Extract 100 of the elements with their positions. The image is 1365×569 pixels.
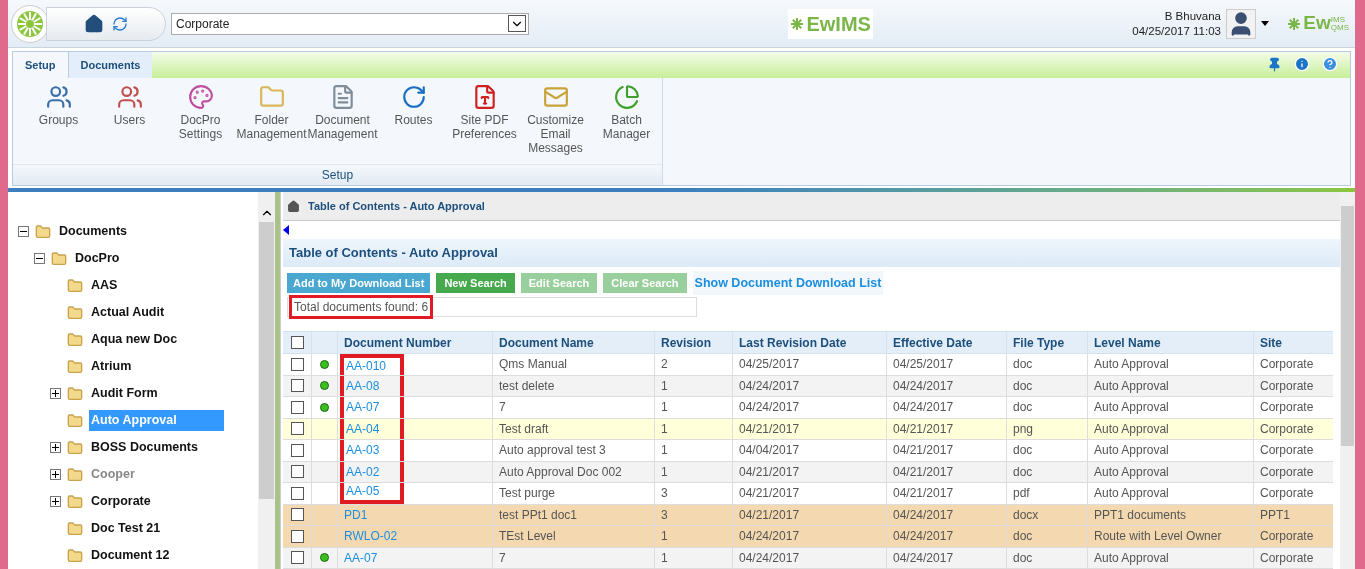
home-icon[interactable]: [287, 199, 300, 213]
breadcrumb-link[interactable]: Table of Contents - Auto Approval: [308, 198, 485, 215]
folder-icon: [66, 385, 84, 402]
row-checkbox[interactable]: [290, 551, 304, 565]
ribbon-button[interactable]: Batch Manager: [591, 84, 662, 164]
avatar-icon[interactable]: [1226, 8, 1256, 39]
ribbon-button[interactable]: Customize Email Messages: [520, 84, 591, 164]
table-row[interactable]: AA-02 Auto Approval Doc 002 1 04/21/2017 04/21/2017 doc Auto Approval Corporate: [283, 461, 1333, 483]
tree-item[interactable]: Documents: [57, 221, 130, 242]
column-header[interactable]: Site: [1253, 332, 1327, 353]
row-checkbox[interactable]: [290, 486, 304, 500]
table-cell-text: Corporate: [1260, 528, 1314, 546]
tree-item[interactable]: Doc Test 21: [89, 518, 163, 539]
palette-icon: [187, 84, 214, 110]
tree-item[interactable]: Corporate: [89, 491, 153, 512]
envelope-icon: [542, 84, 569, 110]
table-row[interactable]: AA-08 test delete 1 04/24/2017 04/24/2017 doc Auto Approval Corporate: [283, 375, 1333, 397]
table-row[interactable]: AA-07 7 1 04/24/2017 04/24/2017 doc Auto Approval Corporate: [283, 547, 1333, 569]
folder-icon: [66, 493, 84, 510]
table-cell-text: 04/04/2017: [739, 442, 800, 460]
row-checkbox[interactable]: [290, 465, 304, 479]
table-row[interactable]: AA-07 7 1 04/24/2017 04/24/2017 doc Auto Approval Corporate: [283, 397, 1333, 419]
expand-toggle[interactable]: [50, 469, 61, 480]
tree-item[interactable]: Audit Form: [89, 383, 160, 404]
column-header[interactable]: Effective Date: [886, 332, 1006, 353]
expand-toggle[interactable]: [50, 442, 61, 453]
select-all-checkbox[interactable]: [290, 336, 304, 349]
table-row[interactable]: AA-04 Test draft 1 04/21/2017 04/21/2017 png Auto Approval Corporate: [283, 418, 1333, 440]
tree-item[interactable]: AAS: [89, 275, 120, 296]
table-row[interactable]: PD1 test PPt1 doc1 3 04/21/2017 04/24/2017 docx PPT1 documents PPT1: [283, 504, 1333, 526]
tree-item[interactable]: Actual Audit: [89, 302, 167, 323]
table-row[interactable]: AA-010 Qms Manual 2 04/25/2017 04/25/2017 doc Auto Approval Corporate: [283, 354, 1333, 376]
dropdown-caret-icon[interactable]: [1261, 21, 1269, 26]
info-icon[interactable]: [1294, 56, 1310, 72]
ribbon-button[interactable]: Document Management: [307, 84, 378, 164]
tree-item[interactable]: Document 12: [89, 545, 172, 566]
tree-item[interactable]: BOSS Documents: [89, 437, 200, 458]
column-header[interactable]: File Type: [1006, 332, 1087, 353]
help-icon[interactable]: [1322, 56, 1338, 72]
table-cell-text: Auto Approval: [1094, 420, 1169, 438]
ribbon-button[interactable]: DocPro Settings: [165, 84, 236, 164]
ribbon-button[interactable]: Routes: [378, 84, 449, 164]
tree-item[interactable]: DocPro: [73, 248, 122, 269]
site-select[interactable]: Corporate: [171, 12, 529, 35]
tree-item[interactable]: Atrium: [89, 356, 134, 377]
refresh-icon[interactable]: [112, 15, 128, 32]
table-row[interactable]: AA-03 Auto approval test 3 1 04/04/2017 04/21/2017 doc Auto Approval Corporate: [283, 440, 1333, 462]
table-cell-text: 1: [661, 399, 668, 417]
row-checkbox[interactable]: [290, 529, 304, 543]
pin-icon[interactable]: [1267, 56, 1282, 72]
ribbon-button[interactable]: Users: [94, 84, 165, 164]
table-cell-text: doc: [1013, 399, 1033, 417]
document-link[interactable]: AA-010: [346, 357, 387, 376]
row-checkbox[interactable]: [290, 422, 304, 436]
column-header[interactable]: Last Revision Date: [732, 332, 886, 353]
ribbon-tab[interactable]: Documents: [68, 52, 153, 78]
table-cell-text: 04/24/2017: [893, 399, 954, 417]
tree-item[interactable]: Cooper: [89, 464, 137, 485]
table-cell-text: PPT1: [1260, 506, 1290, 524]
column-header[interactable]: Revision: [654, 332, 732, 353]
column-header[interactable]: Level Name: [1087, 332, 1253, 353]
table-row[interactable]: RWLO-02 TEst Level 1 04/24/2017 04/24/2017 doc Route with Level Owner Corporate: [283, 526, 1333, 548]
ribbon-button[interactable]: Groups: [23, 84, 94, 164]
ribbon-button[interactable]: Folder Management: [236, 84, 307, 164]
column-header[interactable]: Document Name: [492, 332, 654, 353]
expand-toggle[interactable]: [50, 496, 61, 507]
table-cell-text: 04/21/2017: [739, 506, 800, 524]
table-cell-text: pdf: [1013, 485, 1030, 503]
table-cell-text: 2: [661, 356, 668, 374]
ribbon-button[interactable]: Site PDF Preferences: [449, 84, 520, 164]
document-link[interactable]: AA-07: [346, 398, 380, 417]
collapse-toggle[interactable]: [34, 253, 45, 264]
tree-item[interactable]: Aqua new Doc: [89, 329, 180, 350]
table-cell-text: Auto Approval: [1094, 463, 1169, 481]
row-checkbox[interactable]: [290, 400, 304, 414]
ribbon-tab[interactable]: Setup: [13, 52, 69, 78]
table-cell-text: png: [1013, 420, 1034, 438]
home-icon[interactable]: [84, 13, 104, 34]
table-cell-text: TEst Level: [499, 528, 556, 546]
document-link[interactable]: AA-04: [346, 419, 380, 438]
row-checkbox[interactable]: [290, 357, 304, 371]
table-cell-text: Corporate: [1260, 442, 1314, 460]
table-cell-text: 1: [661, 442, 668, 460]
asterisk-logo-icon: [790, 16, 805, 31]
content-scrollbar[interactable]: [1340, 192, 1355, 569]
document-link[interactable]: AA-05: [346, 482, 380, 501]
table-cell-text: 04/24/2017: [739, 528, 800, 546]
tree-scrollbar[interactable]: [258, 192, 275, 569]
table-cell-text: doc: [1013, 442, 1033, 460]
collapse-toggle[interactable]: [18, 226, 29, 237]
row-checkbox[interactable]: [290, 443, 304, 457]
panel-header: Table of Contents - Auto Approval: [283, 239, 1340, 267]
column-header[interactable]: Document Number: [337, 332, 492, 353]
expand-toggle[interactable]: [50, 388, 61, 399]
table-cell-text: Auto approval test 3: [499, 442, 606, 460]
table-cell-text: 04/24/2017: [893, 377, 954, 395]
document-link[interactable]: AA-03: [346, 441, 380, 460]
row-checkbox[interactable]: [290, 508, 304, 522]
row-checkbox[interactable]: [290, 379, 304, 393]
table-row[interactable]: AA-05 Test purge 3 04/21/2017 04/21/2017 pdf Auto Approval Corporate: [283, 483, 1333, 505]
